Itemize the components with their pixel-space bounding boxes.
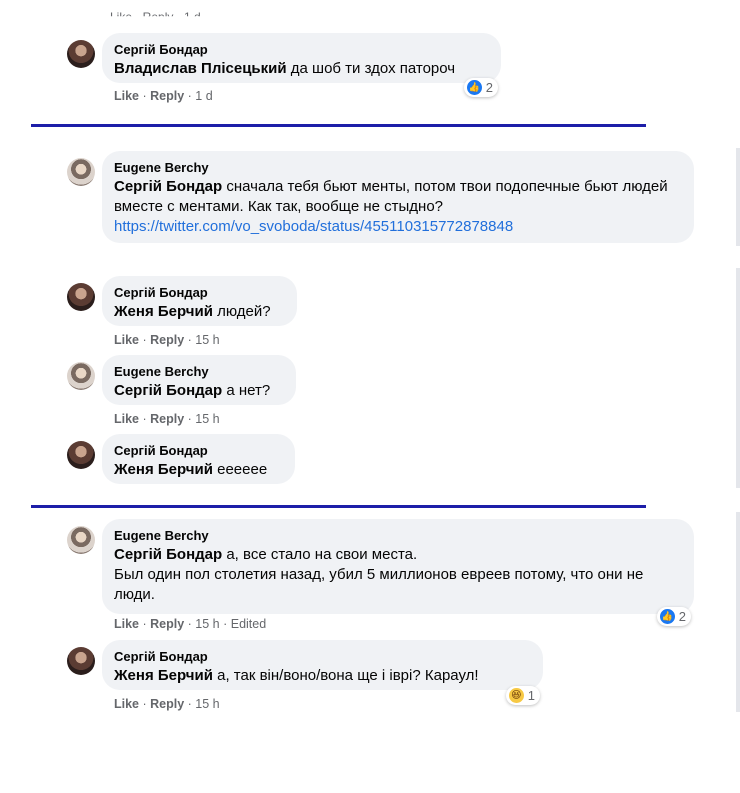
cut-off-action-bar: Like · Reply · 1 d — [110, 10, 201, 24]
like-button[interactable]: Like — [114, 697, 139, 711]
screenshot-edge — [736, 148, 740, 246]
like-reaction-icon: 👍 — [660, 609, 675, 624]
timestamp[interactable]: 15 h — [195, 333, 219, 347]
avatar[interactable] — [67, 441, 95, 469]
avatar[interactable] — [67, 362, 95, 390]
like-button[interactable]: Like — [114, 617, 139, 631]
screenshot-edge — [736, 512, 740, 712]
mention[interactable]: Сергій Бондар — [114, 178, 222, 195]
timestamp[interactable]: 15 h — [195, 697, 219, 711]
comment-text: Женя Берчий людей? — [114, 303, 271, 320]
comment-bubble: Сергій Бондар Женя Берчий ееееее — [102, 434, 295, 484]
comment-text: Женя Берчий ееееее — [114, 461, 268, 478]
reply-button[interactable]: Reply — [150, 412, 184, 426]
separator-line — [31, 124, 646, 127]
comment-text: Сергій Бондар а, все стало на свои места… — [114, 546, 644, 603]
comment-author[interactable]: Сергій Бондар — [114, 284, 285, 301]
comment-actions: Like · Reply · 1 d — [114, 89, 213, 103]
mention[interactable]: Женя Берчий — [114, 667, 213, 684]
comment-author[interactable]: Eugene Berchy — [114, 527, 682, 544]
haha-reaction-icon: 😆 — [509, 688, 524, 703]
comment-author[interactable]: Eugene Berchy — [114, 363, 284, 380]
comment-bubble: Eugene Berchy Сергій Бондар а, все стало… — [102, 519, 694, 614]
avatar[interactable] — [67, 40, 95, 68]
edited-label[interactable]: Edited — [231, 617, 266, 631]
separator-line — [31, 505, 646, 508]
like-button[interactable]: Like — [114, 333, 139, 347]
avatar[interactable] — [67, 647, 95, 675]
avatar[interactable] — [67, 526, 95, 554]
comment-author[interactable]: Сергій Бондар — [114, 442, 283, 459]
comment-author[interactable]: Eugene Berchy — [114, 159, 682, 176]
reply-button[interactable]: Reply — [150, 333, 184, 347]
reply-button[interactable]: Reply — [150, 89, 184, 103]
comment-text: Сергій Бондар сначала тебя бьют менты, п… — [114, 178, 668, 235]
comment-bubble: Eugene Berchy Сергій Бондар а нет? — [102, 355, 296, 405]
timestamp[interactable]: 15 h — [195, 412, 219, 426]
like-reaction-icon: 👍 — [467, 80, 482, 95]
mention[interactable]: Владислав Плісецький — [114, 60, 287, 77]
mention[interactable]: Женя Берчий — [114, 461, 213, 478]
comment-bubble: Сергій Бондар Женя Берчий а, так він/вон… — [102, 640, 543, 690]
comment-actions: Like · Reply · 15 h — [114, 333, 220, 347]
comment-bubble: Сергій Бондар Владислав Плісецький да шо… — [102, 33, 501, 83]
mention[interactable]: Женя Берчий — [114, 303, 213, 320]
mention[interactable]: Сергій Бондар — [114, 382, 222, 399]
comment-text: Сергій Бондар а нет? — [114, 382, 271, 399]
tweet-link[interactable]: https://twitter.com/vo_svoboda/status/45… — [114, 218, 513, 235]
like-button[interactable]: Like — [114, 89, 139, 103]
comment-bubble: Eugene Berchy Сергій Бондар сначала тебя… — [102, 151, 694, 243]
timestamp[interactable]: 15 h — [195, 617, 219, 631]
reaction-badge[interactable]: 👍 2 — [657, 607, 691, 626]
comment-author[interactable]: Сергій Бондар — [114, 41, 489, 58]
avatar[interactable] — [67, 283, 95, 311]
like-button[interactable]: Like — [114, 412, 139, 426]
reply-button[interactable]: Reply — [150, 617, 184, 631]
comment-actions: Like · Reply · 15 h — [114, 412, 220, 426]
mention[interactable]: Сергій Бондар — [114, 546, 222, 563]
comment-bubble: Сергій Бондар Женя Берчий людей? — [102, 276, 297, 326]
timestamp[interactable]: 1 d — [195, 89, 212, 103]
reaction-badge[interactable]: 😆 1 — [506, 686, 540, 705]
reply-button[interactable]: Reply — [150, 697, 184, 711]
comment-text: Владислав Плісецький да шоб ти здох пато… — [114, 60, 456, 77]
comment-text: Женя Берчий а, так він/воно/вона ще і ів… — [114, 667, 479, 684]
screenshot-edge — [736, 268, 740, 488]
comment-actions: Like · Reply · 15 h · Edited — [114, 617, 267, 631]
reaction-badge[interactable]: 👍 2 — [464, 78, 498, 97]
avatar[interactable] — [67, 158, 95, 186]
comment-author[interactable]: Сергій Бондар — [114, 648, 531, 665]
comment-actions: Like · Reply · 15 h — [114, 697, 220, 711]
